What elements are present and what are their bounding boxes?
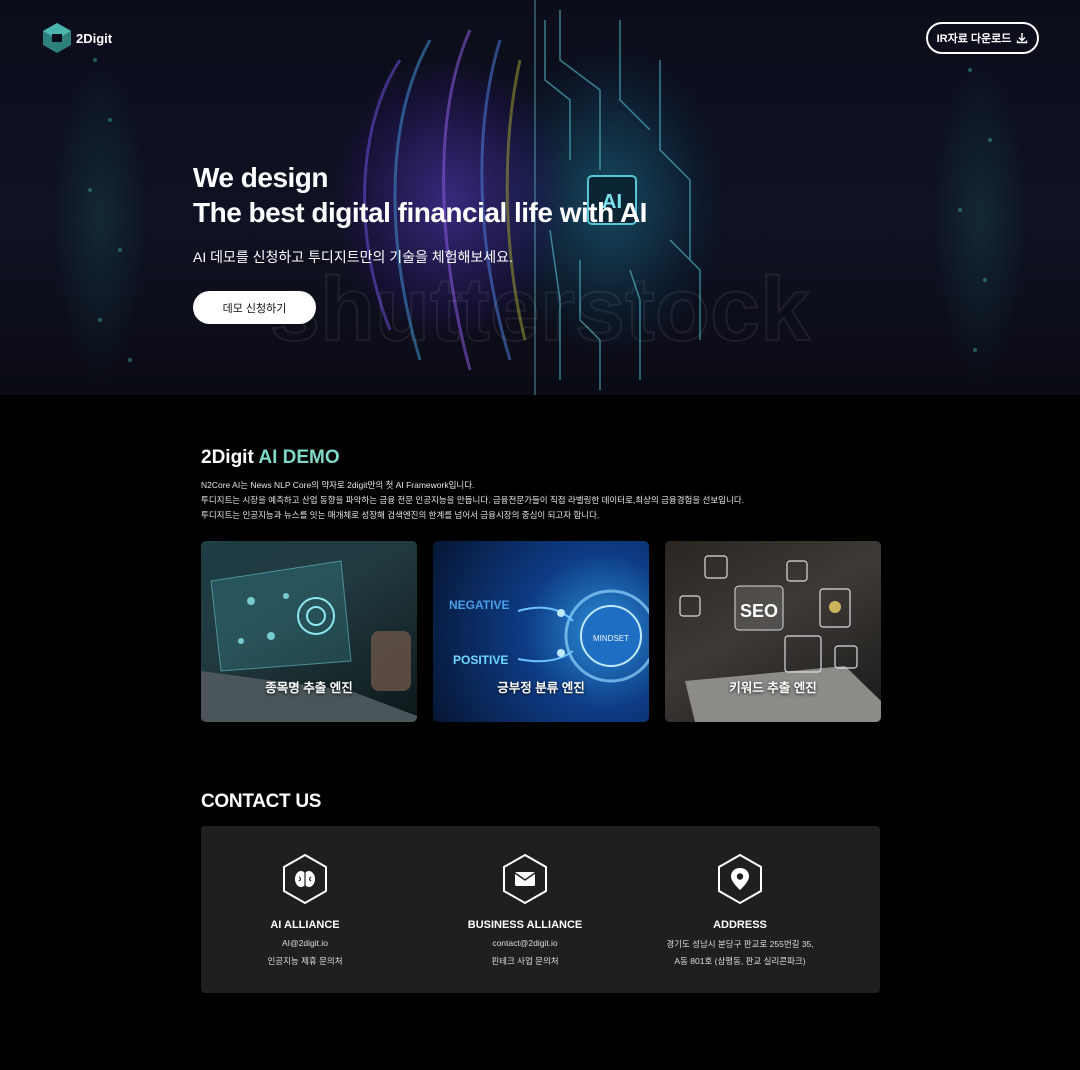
contact-email[interactable]: AI@2digit.io (190, 938, 420, 948)
demo-desc-line: 투디지트는 시장을 예측하고 산업 동향을 파악하는 금융 전문 인공지능을 만… (201, 495, 744, 505)
demo-title-prefix: 2Digit (201, 447, 254, 468)
demo-section-title: 2Digit AI DEMO (201, 447, 340, 469)
hero-title: We design The best digital financial lif… (193, 160, 647, 230)
download-icon (1017, 33, 1028, 44)
contact-heading: ADDRESS (713, 919, 767, 931)
contact-email[interactable]: contact@2digit.io (410, 938, 640, 948)
demo-cards: 종목명 추출 엔진 NEGATIVE POSITIVE MINDSET 긍부정 … (201, 541, 881, 722)
address-line1: 경기도 성남시 분당구 판교로 255번길 35, (666, 939, 814, 949)
demo-desc-line: N2Core AI는 News NLP Core의 약자로 2digit만의 첫… (201, 480, 475, 490)
demo-title-accent: AI DEMO (258, 447, 340, 468)
brand-logo[interactable]: 2Digit (42, 22, 112, 54)
positive-text: POSITIVE (453, 653, 508, 667)
location-pin-icon (718, 853, 762, 905)
contact-heading: AI ALLIANCE (270, 919, 340, 931)
ir-download-label: IR자료 다운로드 (936, 33, 1012, 45)
card-sentiment-classification[interactable]: NEGATIVE POSITIVE MINDSET 긍부정 분류 엔진 (433, 541, 649, 722)
contact-note: 인공지능 제휴 문의처 (267, 956, 343, 966)
card-label: 종목명 추출 엔진 (265, 681, 353, 695)
card-label: 키워드 추출 엔진 (729, 681, 817, 695)
seo-text: SEO (740, 601, 778, 621)
ir-download-button[interactable]: IR자료 다운로드 (926, 22, 1039, 54)
demo-desc-line: 투디지트는 인공지능과 뉴스를 잇는 매개체로 성장해 검색엔진의 한계를 넘어… (201, 510, 600, 520)
contact-section-title: CONTACT US (201, 791, 322, 812)
demo-description: N2Core AI는 News NLP Core의 약자로 2digit만의 첫… (201, 478, 744, 523)
contact-heading: BUSINESS ALLIANCE (467, 919, 583, 931)
address-line2: A동 801호 (삼평동, 판교 실리콘파크) (674, 956, 806, 966)
mindset-text: MINDSET (593, 634, 629, 643)
hero-banner: AI shutterstock 2Digit IR자료 다운로드 We desi… (0, 0, 1080, 395)
hexagon-logo-icon (43, 23, 71, 53)
card-keyword-extraction[interactable]: SEO 키워드 추출 엔진 (665, 541, 881, 722)
card-label: 긍부정 분류 엔진 (497, 681, 585, 695)
contact-box: AI ALLIANCE AI@2digit.io 인공지능 제휴 문의처 BUS… (201, 826, 880, 993)
demo-request-button[interactable]: 데모 신청하기 (193, 291, 316, 324)
hero-subtitle: AI 데모를 신청하고 투디지트만의 기술을 체험해보세요. (193, 249, 513, 265)
card-ticker-extraction[interactable]: 종목명 추출 엔진 (201, 541, 417, 722)
brain-icon (283, 853, 327, 905)
negative-text: NEGATIVE (449, 598, 509, 612)
watermark-text: shutterstock (270, 260, 811, 360)
hero-title-line1: We design (193, 162, 329, 193)
envelope-icon (503, 853, 547, 905)
brand-name: 2Digit (76, 30, 113, 46)
contact-note: 핀테크 사업 문의처 (491, 956, 559, 966)
hero-title-line2: The best digital financial life with AI (193, 197, 647, 228)
